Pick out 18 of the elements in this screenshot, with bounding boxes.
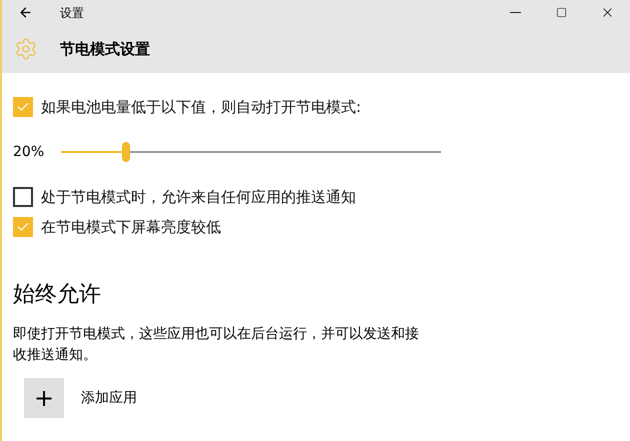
checkbox[interactable] bbox=[13, 217, 33, 237]
checkbox-label: 处于节电模式时，允许来自任何应用的推送通知 bbox=[41, 186, 356, 208]
minimize-icon bbox=[510, 12, 520, 13]
checkbox[interactable] bbox=[13, 187, 33, 207]
page-title: 节电模式设置 bbox=[60, 38, 150, 60]
section-heading: 始终允许 bbox=[13, 281, 102, 309]
checkbox[interactable] bbox=[13, 97, 33, 117]
settings-icon bbox=[14, 37, 38, 61]
maximize-icon bbox=[556, 7, 566, 18]
slider-track[interactable] bbox=[61, 142, 441, 162]
add-app-button[interactable]: + bbox=[24, 378, 64, 418]
section-description: 即使打开节电模式，这些应用也可以在后台运行，并可以发送和接收推送通知。 bbox=[13, 325, 420, 365]
checkbox-label: 在节电模式下屏幕亮度较低 bbox=[41, 216, 221, 238]
window-title: 设置 bbox=[60, 4, 84, 22]
slider-thumb[interactable] bbox=[122, 142, 130, 162]
checkbox-label: 如果电池电量低于以下值，则自动打开节电模式: bbox=[41, 96, 362, 118]
add-app-label: 添加应用 bbox=[81, 388, 137, 408]
slider-reading: 20% bbox=[13, 142, 46, 162]
